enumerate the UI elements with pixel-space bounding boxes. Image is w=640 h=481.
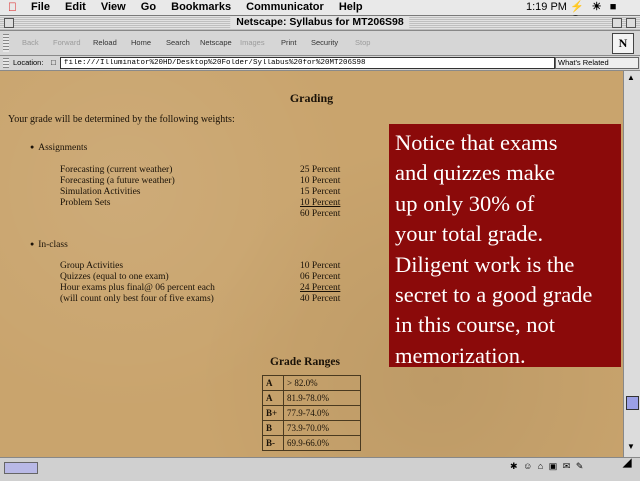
- menu-bookmarks[interactable]: Bookmarks: [171, 1, 231, 13]
- weight-label: Simulation Activities: [60, 187, 141, 197]
- grade-cell: A: [262, 390, 284, 406]
- window-close-box[interactable]: [4, 18, 14, 28]
- range-cell: 73.9-70.0%: [283, 420, 361, 436]
- weight-value: 15 Percent: [300, 187, 341, 197]
- back-button[interactable]: Back: [22, 38, 39, 47]
- vertical-scrollbar[interactable]: ▲ ▼: [623, 71, 640, 457]
- security-lock-icon[interactable]: [4, 462, 38, 474]
- whats-related-button[interactable]: What's Related: [555, 57, 639, 69]
- home-button[interactable]: Home: [131, 38, 151, 47]
- weight-label: Group Activities: [60, 261, 124, 271]
- callout-line: your total grade.: [395, 221, 544, 247]
- window-title: Netscape: Syllabus for MT206S98: [230, 16, 410, 28]
- weight-label: Forecasting (a future weather): [60, 176, 175, 186]
- window-collapse-box[interactable]: [626, 18, 636, 28]
- callout-box: Notice that exams and quizzes make up on…: [389, 124, 621, 368]
- url-field[interactable]: [60, 57, 555, 69]
- grade-ranges-table: A > 82.0% A 81.9-78.0% B+ 77.9-74.0% B 7…: [262, 375, 361, 451]
- application-menu-icon[interactable]: ■: [610, 1, 617, 13]
- locationbar-collapse-tab[interactable]: [3, 58, 9, 68]
- scroll-thumb[interactable]: [626, 396, 639, 410]
- battery-icon[interactable]: ⚡: [570, 1, 584, 13]
- weight-label: Forecasting (current weather): [60, 165, 173, 175]
- table-row: B- 69.9-66.0%: [262, 435, 361, 451]
- weight-value: 25 Percent: [300, 165, 341, 175]
- weight-value: 10 Percent: [300, 176, 341, 186]
- menu-help[interactable]: Help: [339, 1, 363, 13]
- grade-cell: B: [262, 420, 284, 436]
- netscape-button[interactable]: Netscape: [200, 38, 232, 47]
- toolbar-collapse-tab[interactable]: [3, 34, 9, 52]
- weight-value: 40 Percent: [300, 294, 341, 304]
- callout-line: in this course, not: [395, 312, 555, 338]
- reload-button[interactable]: Reload: [93, 38, 117, 47]
- menu-edit[interactable]: Edit: [65, 1, 86, 13]
- forward-button[interactable]: Forward: [53, 38, 81, 47]
- netscape-logo-icon[interactable]: N: [612, 33, 634, 54]
- table-row: B+ 77.9-74.0%: [262, 405, 361, 421]
- menu-view[interactable]: View: [101, 1, 126, 13]
- weight-value: 10 Percent: [300, 198, 341, 208]
- inclass-heading: In-class: [30, 240, 68, 250]
- menu-bar:  File Edit View Go Bookmarks Communicat…: [0, 0, 640, 28]
- images-button[interactable]: Images: [240, 38, 265, 47]
- menubar-clock[interactable]: 1:19 PM: [526, 1, 567, 13]
- location-bar: Location: □ What's Related: [0, 56, 640, 71]
- weight-label: Hour exams plus final@ 06 percent each: [60, 283, 215, 293]
- component-bar-composer-icon[interactable]: ✎: [576, 461, 584, 471]
- assignments-total: 60 Percent: [300, 209, 341, 219]
- component-bar-home-icon[interactable]: ⌂: [538, 461, 543, 471]
- security-button[interactable]: Security: [311, 38, 338, 47]
- print-button[interactable]: Print: [281, 38, 296, 47]
- range-cell: > 82.0%: [283, 375, 361, 391]
- weight-label: (will count only best four of five exams…: [60, 294, 214, 304]
- grade-cell: B+: [262, 405, 284, 421]
- callout-line: Diligent work is the: [395, 251, 575, 277]
- grading-intro: Your grade will be determined by the fol…: [8, 114, 235, 125]
- callout-line: secret to a good grade: [395, 282, 593, 308]
- grade-ranges-heading: Grade Ranges: [270, 356, 340, 368]
- range-cell: 77.9-74.0%: [283, 405, 361, 421]
- menu-go[interactable]: Go: [141, 1, 156, 13]
- callout-line: memorization.: [395, 342, 526, 368]
- menu-communicator[interactable]: Communicator: [246, 1, 324, 13]
- menu-file[interactable]: File: [31, 1, 50, 13]
- assignments-heading: Assignments: [30, 143, 87, 153]
- table-row: A 81.9-78.0%: [262, 390, 361, 406]
- component-bar-messenger-icon[interactable]: ☺: [523, 461, 532, 471]
- weight-value: 10 Percent: [300, 261, 341, 271]
- weight-label: Quizzes (equal to one exam): [60, 272, 169, 282]
- resize-grip-icon[interactable]: ◢: [623, 456, 637, 470]
- scroll-up-arrow-icon[interactable]: ▲: [627, 73, 635, 82]
- list-item: (will count only best four of five exams…: [60, 294, 350, 306]
- scroll-down-arrow-icon[interactable]: ▼: [627, 442, 635, 451]
- grade-cell: A: [262, 375, 284, 391]
- window-zoom-box[interactable]: [612, 18, 622, 28]
- component-bar-navigator-icon[interactable]: ✱: [510, 461, 518, 471]
- window-title-bar[interactable]: Netscape: Syllabus for MT206S98: [0, 16, 640, 31]
- apple-menu-icon[interactable]: : [8, 0, 17, 14]
- status-bar: ✱ ☺ ⌂ ▣ ✉ ✎ ◢: [0, 457, 640, 481]
- page-proxy-icon[interactable]: □: [51, 58, 56, 67]
- table-row: B 73.9-70.0%: [262, 420, 361, 436]
- callout-line: Notice that exams: [395, 130, 558, 155]
- range-cell: 69.9-66.0%: [283, 435, 361, 451]
- callout-line: and quizzes make: [395, 160, 555, 186]
- component-bar-groups-icon[interactable]: ▣: [549, 461, 558, 471]
- weight-value: 06 Percent: [300, 272, 341, 282]
- control-strip-icon[interactable]: ☀: [592, 1, 602, 13]
- page-heading: Grading: [289, 91, 334, 105]
- component-bar-mail-icon[interactable]: ✉: [563, 461, 571, 471]
- search-button[interactable]: Search: [166, 38, 190, 47]
- callout-line: up only 30% of: [395, 190, 535, 216]
- range-cell: 81.9-78.0%: [283, 390, 361, 406]
- location-label: Location:: [13, 58, 44, 67]
- stop-button[interactable]: Stop: [355, 38, 370, 47]
- grade-cell: B-: [262, 435, 284, 451]
- weight-value: 24 Percent: [300, 283, 341, 293]
- assignments-total-row: 60 Percent: [60, 209, 350, 221]
- weight-label: Problem Sets: [60, 198, 111, 208]
- navigation-toolbar: Back Forward Reload Home Search Netscape…: [0, 31, 640, 56]
- table-row: A > 82.0%: [262, 375, 361, 391]
